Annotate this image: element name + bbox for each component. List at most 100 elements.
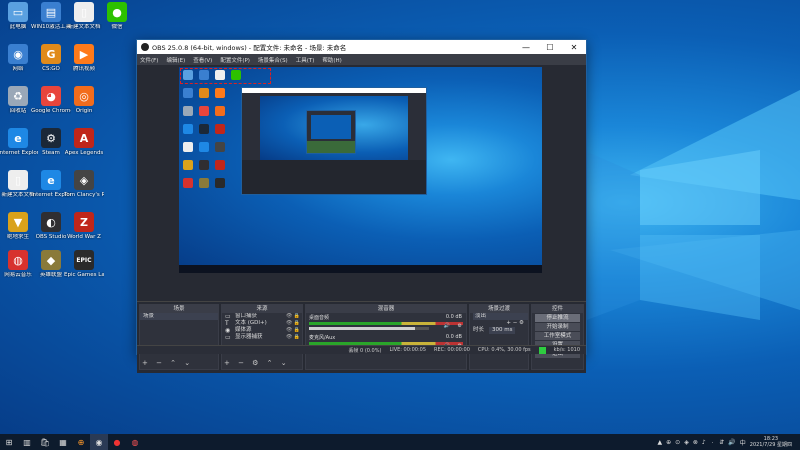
app-icon: G xyxy=(41,44,61,64)
preview-app-icon xyxy=(199,178,209,188)
live-time: LIVE: 00:00:05 xyxy=(389,347,427,353)
scenes-dock: 场景 场景 + − ⌃ ⌄ xyxy=(139,304,219,370)
menu-file[interactable]: 文件(F) xyxy=(140,56,158,64)
channel-name: 桌面音频 xyxy=(309,315,330,321)
menu-help[interactable]: 帮助(H) xyxy=(322,56,341,64)
desktop-icon[interactable]: ◈ Tom Clancy's Rainbow Six xyxy=(64,170,104,198)
text-icon: T xyxy=(225,320,229,327)
desktop-icon[interactable]: Z World War Z xyxy=(64,212,104,240)
preview-app-icon xyxy=(183,160,193,170)
obs-window[interactable]: OBS 25.0.8 (64-bit, windows) - 配置文件: 未命名… xyxy=(136,39,587,373)
tray-icon[interactable]: ⊗ xyxy=(693,439,698,446)
studio-mode-button[interactable]: 工作室模式 xyxy=(535,332,580,340)
ime-icon[interactable]: 中 xyxy=(740,438,746,447)
preview-app-icon xyxy=(183,124,193,134)
preview-app-icon xyxy=(199,160,209,170)
source-item[interactable]: ◉ 媒体源 👁 🔒 xyxy=(222,327,302,334)
desktop-icon[interactable]: EPIC Epic Games Launcher xyxy=(64,250,104,278)
start-button[interactable]: ⊞ xyxy=(0,434,18,450)
app-icon: ▭ xyxy=(8,2,28,22)
taskbar: ⊞ ▥ 🛍 ▦ ⊕ ◉ ● ◍ ▲ ⊕ ⊙ ◈ ⊗ ♪ ㆍ ⇵ 🔊 中 18:2… xyxy=(0,434,800,450)
tray-icon[interactable]: ◈ xyxy=(684,439,689,446)
visibility-lock-icons: 👁 🔒 xyxy=(286,320,301,326)
app-icon[interactable]: ● xyxy=(108,434,126,450)
sources-toolbar[interactable]: + − ⚙ ⌃ ⌄ xyxy=(224,359,290,367)
menu-view[interactable]: 查看(V) xyxy=(193,56,212,64)
source-item[interactable]: ▭ 显示器捕获 👁 🔒 xyxy=(222,334,302,341)
desktop-icon-label: Epic Games Launcher xyxy=(64,272,104,278)
desktop-icon-label: Tom Clancy's Rainbow Six xyxy=(64,192,104,198)
monitor-icon: ▭ xyxy=(225,334,231,341)
app-icon: A xyxy=(74,128,94,148)
monitor-icon: ▭ xyxy=(225,313,231,320)
menu-scene-collection[interactable]: 场景集合(S) xyxy=(258,56,288,64)
clock[interactable]: 18:23 2021/7/29 星期四 xyxy=(750,436,792,448)
preview-app-icon xyxy=(199,142,209,152)
nested-obs-window-2 xyxy=(306,110,356,154)
channel-db: 0.0 dB xyxy=(445,314,462,320)
app-icon: ◉ xyxy=(8,44,28,64)
stop-stream-button[interactable]: 停止推流 xyxy=(535,314,580,322)
maximize-button[interactable]: ☐ xyxy=(538,40,562,54)
close-button[interactable]: ✕ xyxy=(562,40,586,54)
cpu-usage: CPU: 0.4%, 30.00 fps xyxy=(477,347,531,353)
desktop-icon[interactable]: ◎ Origin xyxy=(64,86,104,114)
preview-app-icon xyxy=(215,160,225,170)
tray-icon[interactable]: ⊙ xyxy=(675,439,680,446)
desktop-icon[interactable]: ● 微信 xyxy=(97,2,137,30)
apps-icon[interactable]: ▦ xyxy=(54,434,72,450)
mixer-title: 混音器 xyxy=(306,305,466,313)
preview-app-icon xyxy=(183,178,193,188)
task-view-icon[interactable]: ▥ xyxy=(18,434,36,450)
window-title: OBS 25.0.8 (64-bit, windows) - 配置文件: 未命名… xyxy=(152,44,347,52)
tray-expand-icon[interactable]: ▲ xyxy=(658,439,663,446)
tray-icon[interactable]: ㆍ xyxy=(710,438,716,447)
controls-dock: 控件 停止推流 开始录制 工作室模式 设置 退出 xyxy=(531,304,584,370)
app-icon: ▤ xyxy=(41,2,61,22)
duration-input[interactable]: 300 ms xyxy=(489,327,516,334)
channel-name: 麦克风/Aux xyxy=(309,335,336,341)
obs-taskbar-icon[interactable]: ◉ xyxy=(90,434,108,450)
app-icon: ▶ xyxy=(74,44,94,64)
menu-profile[interactable]: 配置文件(P) xyxy=(220,56,250,64)
visibility-lock-icons: 👁 🔒 xyxy=(286,334,301,340)
preview-app-icon xyxy=(215,178,225,188)
visibility-lock-icons: 👁 🔒 xyxy=(286,313,301,319)
minimize-button[interactable]: — xyxy=(514,40,538,54)
mixer-dock: 混音器 桌面音频 0.0 dB 🔊 ⚙ 麦克风/Aux 0.0 dB 🔊 ⚙ xyxy=(305,304,467,370)
preview-canvas[interactable] xyxy=(179,67,542,273)
preview-area[interactable]: 场景 场景 + − ⌃ ⌄ 来源 ▭ 窗口捕获 👁 🔒 T 文本 (GDI+) 👁 🔒 … xyxy=(137,65,586,373)
tray-icon[interactable]: ⊕ xyxy=(666,439,671,446)
desktop-icon[interactable]: A Apex Legends xyxy=(64,128,104,156)
app-icon: ⚙ xyxy=(41,128,61,148)
mute-icon[interactable]: 🔊 xyxy=(444,323,450,329)
app-icon: ◐ xyxy=(41,212,61,232)
scenes-toolbar[interactable]: + − ⌃ ⌄ xyxy=(142,359,193,367)
menu-edit[interactable]: 编辑(E) xyxy=(166,56,185,64)
source-item[interactable]: ▭ 窗口捕获 👁 🔒 xyxy=(222,313,302,320)
source-selection-box[interactable] xyxy=(180,68,271,84)
sources-dock: 来源 ▭ 窗口捕获 👁 🔒 T 文本 (GDI+) 👁 🔒 ◉ 媒体源 👁 🔒 ▭ 显示器捕获… xyxy=(221,304,303,370)
transition-controls[interactable]: + − ⚙ xyxy=(470,320,528,327)
app-icon: ● xyxy=(107,2,127,22)
controls-title: 控件 xyxy=(532,305,583,313)
volume-slider[interactable] xyxy=(309,327,429,330)
menu-tools[interactable]: 工具(T) xyxy=(296,56,315,64)
desktop-icon[interactable]: ▶ 腾讯视频 xyxy=(64,44,104,72)
start-recording-button[interactable]: 开始录制 xyxy=(535,323,580,331)
store-icon[interactable]: 🛍 xyxy=(36,434,54,450)
app-icon: Z xyxy=(74,212,94,232)
gear-icon[interactable]: ⚙ xyxy=(458,323,462,329)
visibility-lock-icons: 👁 🔒 xyxy=(286,327,301,333)
preview-app-icon xyxy=(215,124,225,134)
scene-item[interactable]: 场景 xyxy=(140,313,218,320)
tencent-video-icon[interactable]: ⊕ xyxy=(72,434,90,450)
app-icon[interactable]: ◍ xyxy=(126,434,144,450)
tray-icon[interactable]: ♪ xyxy=(702,439,706,446)
app-icon: ◆ xyxy=(41,250,61,270)
source-item[interactable]: T 文本 (GDI+) 👁 🔒 xyxy=(222,320,302,327)
network-icon[interactable]: ⇵ xyxy=(719,439,724,446)
obs-title-bar[interactable]: OBS 25.0.8 (64-bit, windows) - 配置文件: 未命名… xyxy=(137,40,586,54)
transition-select[interactable]: 淡出 xyxy=(470,313,528,320)
volume-icon[interactable]: 🔊 xyxy=(728,439,735,446)
